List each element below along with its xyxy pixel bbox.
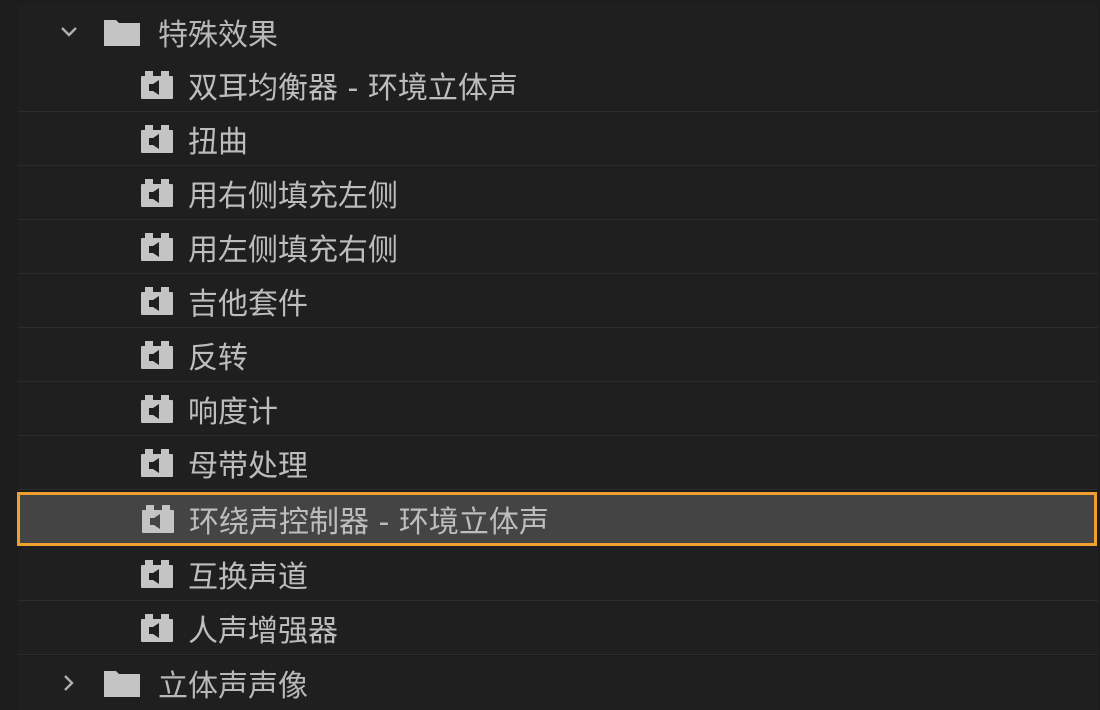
effect-label: 反转 (188, 340, 248, 376)
effect-label: 用左侧填充右侧 (188, 232, 398, 268)
audio-effect-icon (141, 448, 173, 477)
effect-item[interactable]: 反转 (18, 328, 1098, 382)
audio-effect-icon (141, 70, 173, 99)
effect-item[interactable]: 用右侧填充左侧 (18, 166, 1098, 220)
effect-item[interactable]: 吉他套件 (18, 274, 1098, 328)
effect-item[interactable]: 人声增强器 (18, 601, 1098, 655)
effect-label: 双耳均衡器 - 环境立体声 (188, 70, 518, 106)
effect-item-selected[interactable]: 环绕声控制器 - 环境立体声 (17, 492, 1097, 546)
audio-effect-icon (141, 559, 173, 588)
effect-label: 人声增强器 (188, 613, 338, 649)
folder-icon (104, 671, 140, 697)
effects-panel: 特殊效果 双耳均衡器 - 环境立体声 扭曲 用右侧填充左侧 用左侧填充右侧 吉他… (0, 0, 1100, 710)
chevron-right-icon[interactable] (59, 673, 79, 693)
audio-effect-icon (141, 178, 173, 207)
effect-item[interactable]: 响度计 (18, 382, 1098, 436)
folder-label: 立体声声像 (158, 669, 308, 704)
audio-effect-icon (142, 505, 174, 533)
chevron-down-icon[interactable] (59, 22, 79, 42)
effect-label: 响度计 (188, 394, 278, 430)
effect-item[interactable]: 双耳均衡器 - 环境立体声 (18, 58, 1098, 112)
effect-label: 吉他套件 (188, 286, 308, 322)
effect-label: 扭曲 (188, 124, 248, 160)
effect-label: 母带处理 (188, 448, 308, 484)
audio-effect-icon (141, 286, 173, 315)
folder-label: 特殊效果 (158, 17, 278, 53)
effect-label: 用右侧填充左侧 (188, 178, 398, 214)
effect-item[interactable]: 用左侧填充右侧 (18, 220, 1098, 274)
folder-icon (104, 19, 140, 46)
folder-row-special-effects[interactable]: 特殊效果 (18, 5, 1098, 59)
effect-label: 环绕声控制器 - 环境立体声 (189, 505, 549, 540)
audio-effect-icon (141, 340, 173, 369)
effect-label: 互换声道 (188, 559, 308, 595)
audio-effect-icon (141, 613, 173, 642)
effect-item[interactable]: 扭曲 (18, 112, 1098, 166)
audio-effect-icon (141, 124, 173, 153)
effect-item[interactable]: 母带处理 (18, 436, 1098, 490)
audio-effect-icon (141, 232, 173, 261)
effect-item[interactable]: 互换声道 (18, 547, 1098, 601)
audio-effect-icon (141, 394, 173, 423)
folder-row-stereo-imagery[interactable]: 立体声声像 (18, 656, 1098, 710)
